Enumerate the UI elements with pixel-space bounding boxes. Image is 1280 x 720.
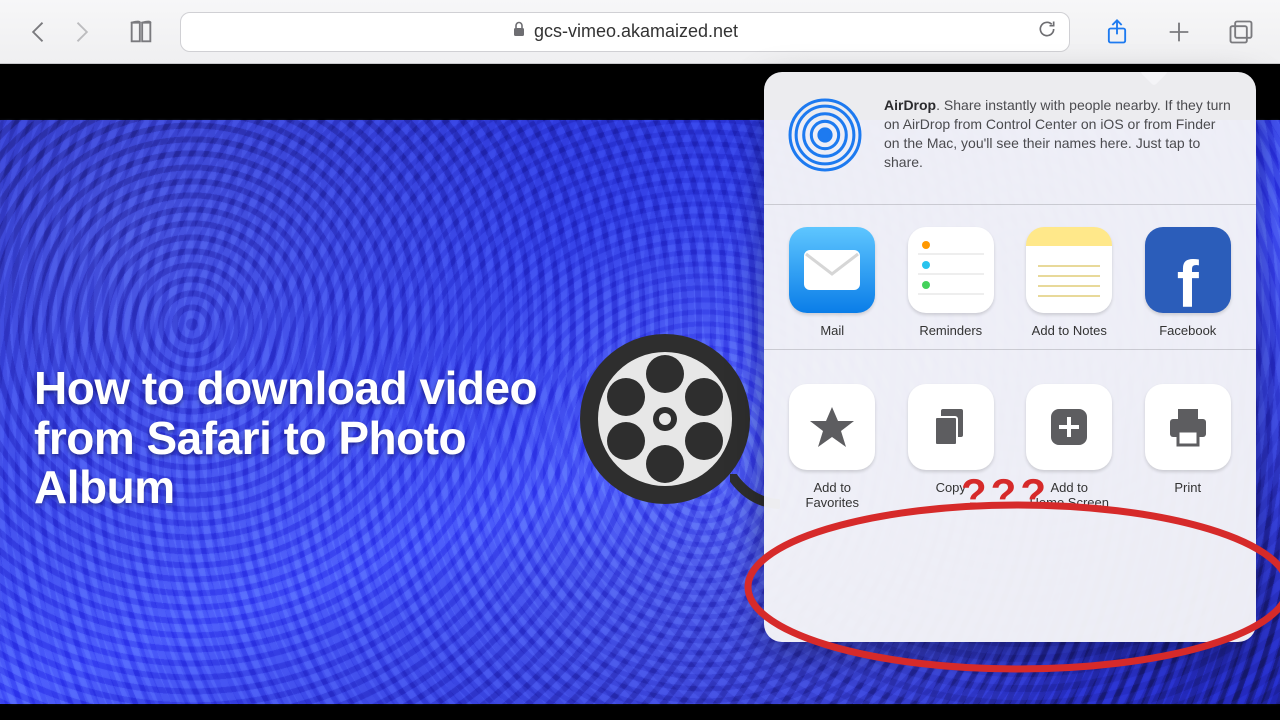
- reload-icon[interactable]: [1037, 19, 1057, 44]
- forward-icon: [60, 11, 102, 53]
- print-icon: [1145, 384, 1231, 470]
- tabs-icon[interactable]: [1220, 11, 1262, 53]
- url-text: gcs-vimeo.akamaized.net: [534, 21, 738, 42]
- new-tab-icon[interactable]: [1158, 11, 1200, 53]
- airdrop-icon: [786, 96, 864, 174]
- share-app-facebook[interactable]: f Facebook: [1142, 227, 1235, 339]
- airdrop-section: AirDrop. Share instantly with people nea…: [764, 72, 1256, 204]
- notes-icon: [1026, 227, 1112, 313]
- facebook-icon: f: [1145, 227, 1231, 313]
- film-reel-icon: [580, 334, 780, 534]
- video-title-overlay: How to download video from Safari to Pho…: [34, 364, 594, 513]
- mail-icon: [789, 227, 875, 313]
- airdrop-title: AirDrop: [884, 97, 936, 113]
- airdrop-description: AirDrop. Share instantly with people nea…: [884, 96, 1234, 174]
- share-apps-row: Mail Reminders Add to Notes f Facebook: [764, 205, 1256, 349]
- safari-toolbar: gcs-vimeo.akamaized.net: [0, 0, 1280, 64]
- reminders-icon: [908, 227, 994, 313]
- copy-icon: [908, 384, 994, 470]
- share-popover: AirDrop. Share instantly with people nea…: [764, 72, 1256, 642]
- action-add-favorites[interactable]: Add to Favorites: [786, 384, 879, 510]
- bookmarks-icon[interactable]: [120, 11, 162, 53]
- lock-icon: [512, 21, 526, 42]
- add-homescreen-icon: [1026, 384, 1112, 470]
- action-copy[interactable]: Copy: [905, 384, 998, 510]
- share-app-mail[interactable]: Mail: [786, 227, 879, 339]
- action-print[interactable]: Print: [1142, 384, 1235, 510]
- share-app-reminders[interactable]: Reminders: [905, 227, 998, 339]
- star-icon: [789, 384, 875, 470]
- share-icon[interactable]: [1096, 11, 1138, 53]
- action-add-homescreen[interactable]: Add to Home Screen: [1023, 384, 1116, 510]
- share-app-notes[interactable]: Add to Notes: [1023, 227, 1116, 339]
- share-actions-row: Add to Favorites Copy Add to Home Screen…: [764, 350, 1256, 520]
- url-bar[interactable]: gcs-vimeo.akamaized.net: [180, 12, 1070, 52]
- back-icon[interactable]: [18, 11, 60, 53]
